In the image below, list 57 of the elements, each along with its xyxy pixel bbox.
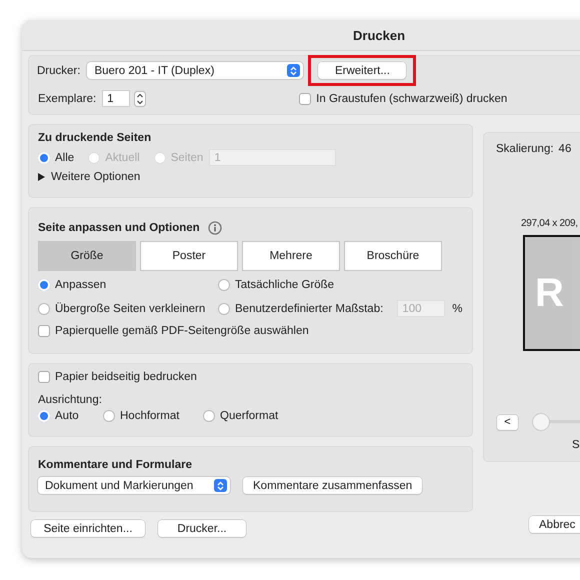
radio-label: Anpassen	[55, 279, 106, 291]
disclosure-triangle-icon[interactable]	[38, 173, 45, 181]
copies-label: Exemplare:	[38, 92, 96, 104]
radio-label: Alle	[55, 152, 74, 164]
advanced-button[interactable]: Erweitert...	[318, 62, 406, 79]
mode-tab[interactable]: Mehrere	[242, 241, 340, 271]
radio-label: Seiten	[170, 152, 204, 164]
checkbox-label: Papierquelle gemäß PDF-Seitengröße auswählen	[55, 325, 309, 337]
printer-select[interactable]: Buero 201 - IT (Duplex)	[87, 62, 304, 79]
disclosure-label[interactable]: Weitere Optionen	[51, 171, 140, 183]
checkbox-label: Papier beidseitig bedrucken	[55, 371, 197, 383]
radio-button[interactable]	[203, 410, 215, 422]
stepper-icon	[214, 479, 227, 492]
radio-button[interactable]	[218, 279, 230, 291]
radio-label: Übergroße Seiten verkleinern	[55, 302, 206, 314]
slider-thumb[interactable]	[533, 414, 549, 430]
radio-button[interactable]	[103, 410, 115, 422]
radio-button[interactable]	[38, 279, 50, 291]
radio-label: Hochformat	[120, 410, 180, 422]
stepper-icon	[287, 64, 300, 77]
printer-label: Drucker:	[37, 64, 80, 76]
section-title: Zu druckende Seiten	[38, 132, 152, 144]
scaling-label: Skalierung:	[496, 143, 554, 155]
section-title: Seite anpassen und Optionen	[38, 222, 200, 234]
preview-watermark: R	[535, 270, 566, 316]
window-title: Drucken	[353, 28, 406, 42]
mode-tab[interactable]: Poster	[140, 241, 238, 271]
radio-label: Auto	[55, 410, 79, 422]
summarize-comments-button[interactable]: Kommentare zusammenfassen	[243, 477, 422, 494]
footer-button[interactable]: Seite einrichten...	[31, 520, 145, 537]
comments-select[interactable]: Dokument und Markierungen	[38, 477, 230, 494]
orientation-label: Ausrichtung:	[38, 394, 103, 406]
page-label: S	[572, 439, 580, 451]
mode-tab[interactable]: Broschüre	[344, 241, 442, 271]
footer-button[interactable]: Drucker...	[158, 520, 246, 537]
copies-field[interactable]: 1	[102, 90, 130, 107]
radio-label: Benutzerdefinierter Maßstab:	[235, 302, 384, 314]
info-icon[interactable]	[208, 221, 222, 235]
stepper-icon[interactable]	[134, 90, 146, 106]
radio-label: Querformat	[220, 410, 278, 422]
previous-page-button[interactable]: <	[497, 414, 518, 430]
scaling-value: 46	[558, 143, 572, 155]
checkbox[interactable]	[38, 325, 50, 337]
mode-tab[interactable]: Größe	[38, 241, 136, 271]
section-title: Kommentare und Formulare	[38, 459, 193, 471]
radio-button[interactable]	[218, 302, 230, 314]
radio-button[interactable]	[38, 302, 50, 314]
radio-button[interactable]	[38, 152, 50, 164]
cancel-button[interactable]: Abbrec	[529, 516, 580, 533]
checkbox[interactable]	[299, 92, 312, 104]
page-size-label: 297,04 x 209,	[521, 218, 579, 229]
checkbox-label: In Graustufen (schwarzweiß) drucken	[316, 92, 508, 104]
percent-label: %	[452, 302, 463, 314]
radio-button[interactable]	[38, 410, 50, 422]
radio-label: Tatsächliche Größe	[235, 279, 334, 291]
radio-label: Aktuell	[105, 152, 140, 164]
checkbox[interactable]	[38, 371, 50, 383]
